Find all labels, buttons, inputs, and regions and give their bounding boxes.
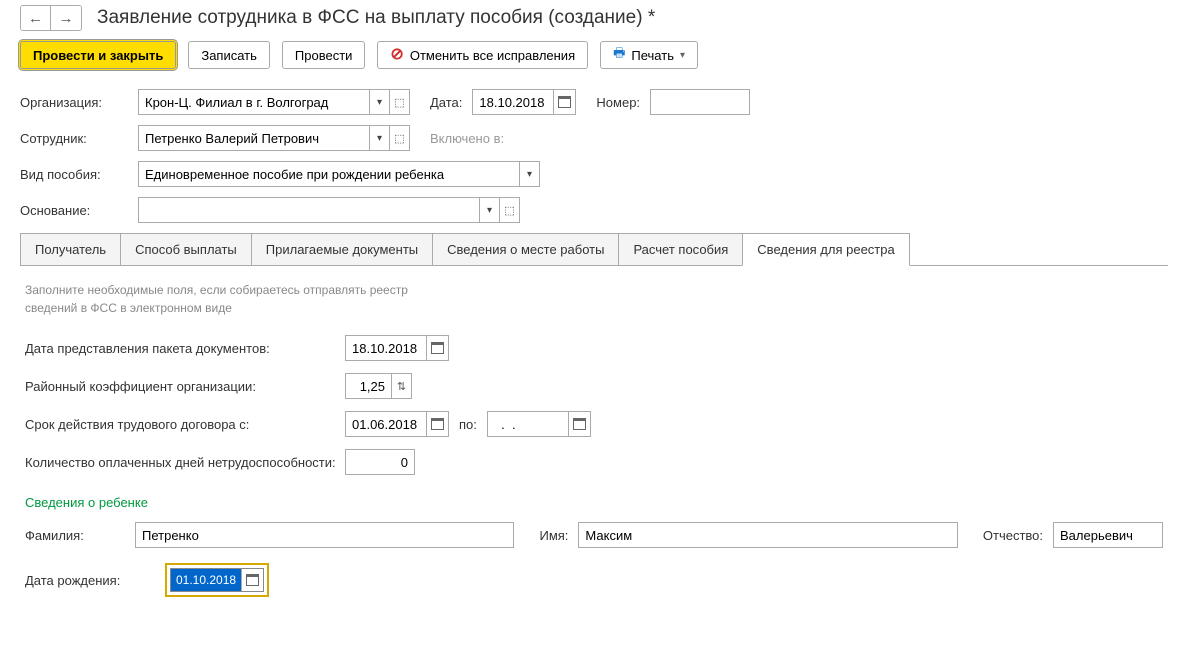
birthdate-label: Дата рождения:: [25, 573, 155, 588]
tab-content: Заполните необходимые поля, если собирае…: [20, 266, 1168, 627]
tab-recipient[interactable]: Получатель: [20, 233, 121, 265]
tab-registry-info[interactable]: Сведения для реестра: [742, 233, 909, 266]
post-button[interactable]: Провести: [282, 41, 366, 69]
district-coeff-spinner[interactable]: [391, 374, 411, 398]
contract-to-label: по:: [459, 417, 477, 432]
contract-to-picker-icon[interactable]: [568, 412, 590, 436]
date-field: [472, 89, 576, 115]
contract-from-picker-icon[interactable]: [426, 412, 448, 436]
tab-benefit-calc[interactable]: Расчет пособия: [618, 233, 743, 265]
basis-label: Основание:: [20, 203, 128, 218]
district-coeff-label: Районный коэффициент организации:: [25, 379, 345, 394]
basis-combo: ▾: [138, 197, 520, 223]
undo-all-button[interactable]: ⊘ Отменить все исправления: [377, 41, 588, 69]
tab-workplace-info[interactable]: Сведения о месте работы: [432, 233, 619, 265]
benefit-type-combo: ▾: [138, 161, 540, 187]
page-title: Заявление сотрудника в ФСС на выплату по…: [97, 7, 655, 29]
nav-back[interactable]: ←: [21, 6, 51, 30]
tab-attached-docs[interactable]: Прилагаемые документы: [251, 233, 433, 265]
tab-bar: Получатель Способ выплаты Прилагаемые до…: [20, 233, 1168, 266]
save-close-button[interactable]: Провести и закрыть: [20, 41, 176, 69]
birthdate-input[interactable]: [171, 569, 241, 591]
nav-forward[interactable]: →: [51, 6, 81, 30]
paid-days-label: Количество оплаченных дней нетрудоспособ…: [25, 455, 345, 470]
employee-label: Сотрудник:: [20, 131, 128, 146]
employee-combo: ▾: [138, 125, 410, 151]
employee-dropdown[interactable]: ▾: [369, 126, 389, 150]
date-label: Дата:: [430, 95, 462, 110]
middlename-label: Отчество:: [983, 528, 1043, 543]
organization-combo: ▾: [138, 89, 410, 115]
doc-date-picker-icon[interactable]: [426, 336, 448, 360]
number-input[interactable]: [650, 89, 750, 115]
organization-label: Организация:: [20, 95, 128, 110]
doc-date-input[interactable]: [346, 336, 426, 360]
employee-open[interactable]: [389, 126, 409, 150]
lastname-input[interactable]: [135, 522, 514, 548]
date-picker-icon[interactable]: [553, 90, 575, 114]
included-in-label: Включено в:: [430, 131, 504, 146]
firstname-input[interactable]: [578, 522, 957, 548]
contract-from-input[interactable]: [346, 412, 426, 436]
district-coeff-field: [345, 373, 412, 399]
birthdate-field: [170, 568, 264, 592]
birthdate-picker-icon[interactable]: [241, 569, 263, 591]
toolbar: Провести и закрыть Записать Провести ⊘ О…: [20, 41, 1168, 69]
date-input[interactable]: [473, 90, 553, 114]
chevron-down-icon: ▾: [680, 50, 685, 61]
benefit-type-dropdown[interactable]: ▾: [519, 162, 539, 186]
doc-date-label: Дата представления пакета документов:: [25, 341, 345, 356]
basis-dropdown[interactable]: ▾: [479, 198, 499, 222]
lastname-label: Фамилия:: [25, 528, 125, 543]
district-coeff-input[interactable]: [346, 374, 391, 398]
employee-input[interactable]: [139, 126, 369, 150]
basis-open[interactable]: [499, 198, 519, 222]
basis-input[interactable]: [139, 198, 479, 222]
contract-from-label: Срок действия трудового договора с:: [25, 417, 345, 432]
organization-input[interactable]: [139, 90, 369, 114]
tab-payment-method[interactable]: Способ выплаты: [120, 233, 252, 265]
benefit-type-label: Вид пособия:: [20, 167, 128, 182]
child-section-header: Сведения о ребенке: [25, 495, 1163, 510]
nav-arrow-group: ← →: [20, 5, 82, 31]
contract-from-field: [345, 411, 449, 437]
contract-to-field: [487, 411, 591, 437]
doc-date-field: [345, 335, 449, 361]
print-button[interactable]: 🖶 Печать ▾: [600, 41, 698, 69]
organization-dropdown[interactable]: ▾: [369, 90, 389, 114]
benefit-type-input[interactable]: [139, 162, 519, 186]
organization-open[interactable]: [389, 90, 409, 114]
firstname-label: Имя:: [539, 528, 568, 543]
birthdate-focus-wrap: [165, 563, 269, 597]
cancel-icon: ⊘: [390, 47, 403, 63]
contract-to-input[interactable]: [488, 412, 568, 436]
registry-info-text: Заполните необходимые поля, если собирае…: [25, 281, 435, 317]
middlename-input[interactable]: [1053, 522, 1163, 548]
paid-days-input[interactable]: [345, 449, 415, 475]
number-label: Номер:: [596, 95, 640, 110]
save-button[interactable]: Записать: [188, 41, 270, 69]
print-icon: 🖶: [613, 44, 625, 66]
